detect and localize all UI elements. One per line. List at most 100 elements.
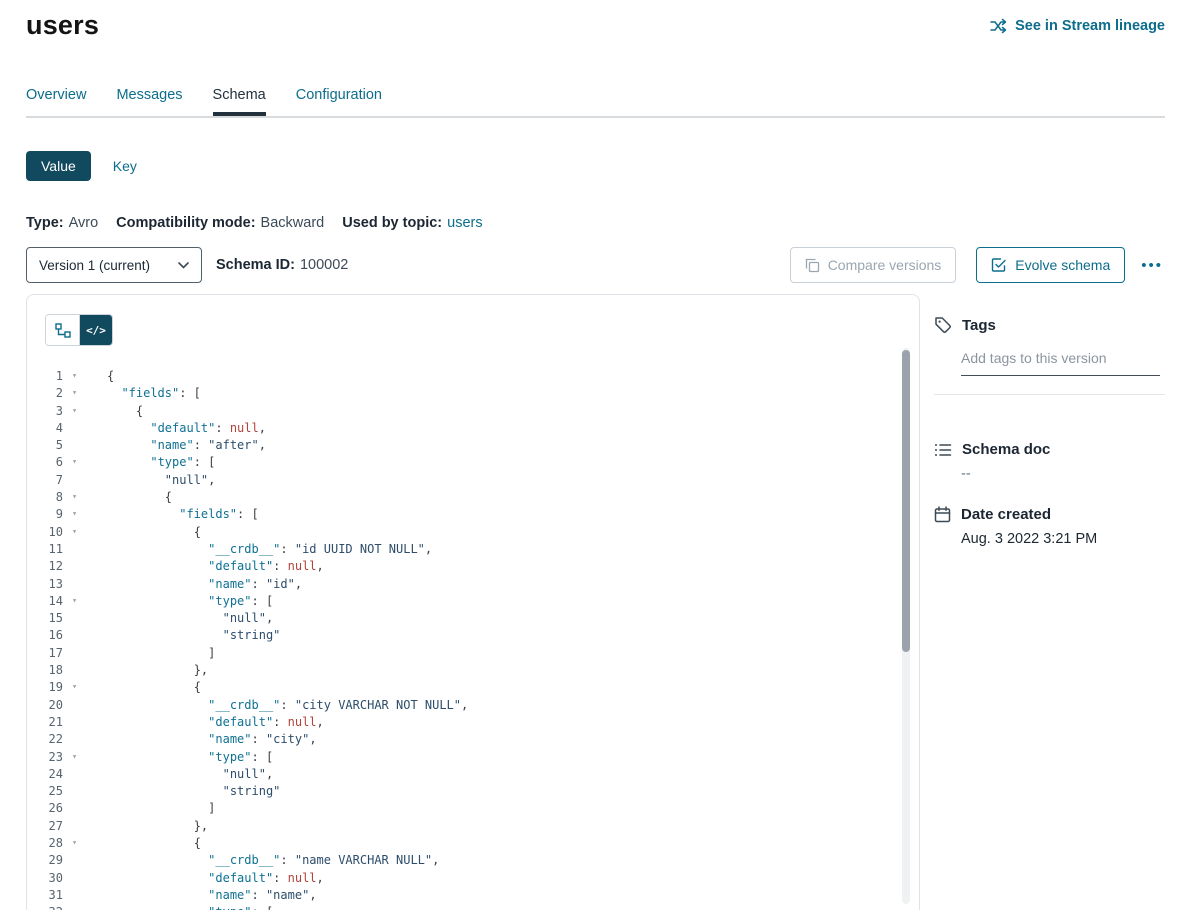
meta-topic: Used by topic:users — [342, 215, 482, 231]
code-text: { — [107, 403, 143, 420]
schema-toolbar: Version 1 (current) Schema ID:100002 Com… — [26, 247, 1165, 283]
tags-title: Tags — [962, 317, 996, 334]
fold-spacer — [63, 714, 107, 731]
scrollbar-thumb[interactable] — [902, 350, 910, 652]
code-text: "name": "id", — [107, 576, 302, 593]
line-number: 3 — [27, 403, 63, 420]
line-number: 9 — [27, 506, 63, 523]
schema-id-label: Schema ID: — [216, 257, 295, 273]
line-number: 25 — [27, 783, 63, 800]
code-line: 21 "default": null, — [27, 714, 919, 731]
code-line: 14▾"type": [ — [27, 593, 919, 610]
code-line: 19▾{ — [27, 679, 919, 696]
line-number: 31 — [27, 887, 63, 904]
line-number: 12 — [27, 558, 63, 575]
line-number: 24 — [27, 766, 63, 783]
code-line: 20"__crdb__": "city VARCHAR NOT NULL", — [27, 697, 919, 714]
code-text: "type": [ — [107, 593, 273, 610]
fold-spacer — [63, 576, 107, 593]
line-number: 2 — [27, 385, 63, 402]
tab-messages[interactable]: Messages — [116, 77, 182, 116]
meta-compatibility-value: Backward — [261, 215, 325, 231]
code-text: "name": "name", — [107, 887, 317, 904]
code-line: 2▾"fields": [ — [27, 385, 919, 402]
code-text: "default": null, — [107, 558, 324, 575]
evolve-schema-button[interactable]: Evolve schema — [976, 247, 1125, 283]
line-number: 16 — [27, 627, 63, 644]
schema-id: Schema ID:100002 — [216, 257, 348, 273]
fold-toggle-icon[interactable]: ▾ — [63, 679, 107, 696]
code-text: { — [107, 368, 114, 385]
code-text: "null", — [107, 610, 273, 627]
code-line: 23▾"type": [ — [27, 749, 919, 766]
code-line: 6▾"type": [ — [27, 454, 919, 471]
line-number: 32 — [27, 904, 63, 910]
editor-scrollbar[interactable] — [902, 348, 910, 904]
fold-toggle-icon[interactable]: ▾ — [63, 454, 107, 471]
fold-spacer — [63, 541, 107, 558]
code-text: "fields": [ — [107, 385, 201, 402]
fold-toggle-icon[interactable]: ▾ — [63, 593, 107, 610]
calendar-icon — [934, 506, 951, 523]
schema-doc-value: -- — [961, 466, 1165, 482]
code-text: "default": null, — [107, 714, 324, 731]
line-number: 7 — [27, 472, 63, 489]
code-line: 4"default": null, — [27, 420, 919, 437]
fold-toggle-icon[interactable]: ▾ — [63, 904, 107, 910]
fold-spacer — [63, 420, 107, 437]
fold-spacer — [63, 852, 107, 869]
schema-page: users See in Stream lineage Overview Mes… — [0, 0, 1189, 916]
meta-type-label: Type: — [26, 215, 64, 231]
code-text: "type": [ — [107, 904, 273, 910]
line-number: 15 — [27, 610, 63, 627]
more-options-button[interactable]: ••• — [1139, 253, 1165, 278]
fold-toggle-icon[interactable]: ▾ — [63, 835, 107, 852]
fold-toggle-icon[interactable]: ▾ — [63, 368, 107, 385]
line-number: 21 — [27, 714, 63, 731]
code-lines: 1▾{2▾"fields": [3▾{4"default": null,5"na… — [27, 368, 919, 910]
fold-toggle-icon[interactable]: ▾ — [63, 385, 107, 402]
tab-schema[interactable]: Schema — [213, 77, 266, 116]
code-line: 32▾"type": [ — [27, 904, 919, 910]
fold-spacer — [63, 645, 107, 662]
code-text: }, — [107, 818, 208, 835]
page-header: users See in Stream lineage — [26, 0, 1165, 41]
code-line: 1▾{ — [27, 368, 919, 385]
code-line: 29"__crdb__": "name VARCHAR NULL", — [27, 852, 919, 869]
line-number: 28 — [27, 835, 63, 852]
code-text: { — [107, 679, 201, 696]
tab-overview[interactable]: Overview — [26, 77, 86, 116]
code-line: 3▾{ — [27, 403, 919, 420]
tab-configuration[interactable]: Configuration — [296, 77, 382, 116]
code-line: 17] — [27, 645, 919, 662]
meta-type-value: Avro — [69, 215, 99, 231]
fold-toggle-icon[interactable]: ▾ — [63, 506, 107, 523]
fold-toggle-icon[interactable]: ▾ — [63, 524, 107, 541]
fold-spacer — [63, 558, 107, 575]
code-view-button[interactable]: </> — [79, 315, 112, 345]
tags-input[interactable] — [961, 346, 1160, 376]
tree-view-button[interactable] — [46, 315, 79, 345]
code-line: 27}, — [27, 818, 919, 835]
code-line: 26] — [27, 800, 919, 817]
stream-lineage-link[interactable]: See in Stream lineage — [990, 18, 1165, 34]
fold-spacer — [63, 870, 107, 887]
line-number: 13 — [27, 576, 63, 593]
tree-view-icon — [55, 323, 71, 338]
version-select[interactable]: Version 1 (current) — [26, 247, 202, 283]
code-text: "default": null, — [107, 870, 324, 887]
compare-versions-button[interactable]: Compare versions — [790, 247, 957, 283]
fold-toggle-icon[interactable]: ▾ — [63, 403, 107, 420]
meta-compatibility: Compatibility mode:Backward — [116, 215, 324, 231]
key-toggle-button[interactable]: Key — [113, 158, 137, 174]
code-line: 24"null", — [27, 766, 919, 783]
line-number: 17 — [27, 645, 63, 662]
value-toggle-button[interactable]: Value — [26, 151, 91, 181]
code-text: "type": [ — [107, 454, 215, 471]
fold-spacer — [63, 766, 107, 783]
fold-toggle-icon[interactable]: ▾ — [63, 749, 107, 766]
topic-link[interactable]: users — [447, 215, 482, 231]
fold-toggle-icon[interactable]: ▾ — [63, 489, 107, 506]
code-line: 12 "default": null, — [27, 558, 919, 575]
code-text: "fields": [ — [107, 506, 259, 523]
